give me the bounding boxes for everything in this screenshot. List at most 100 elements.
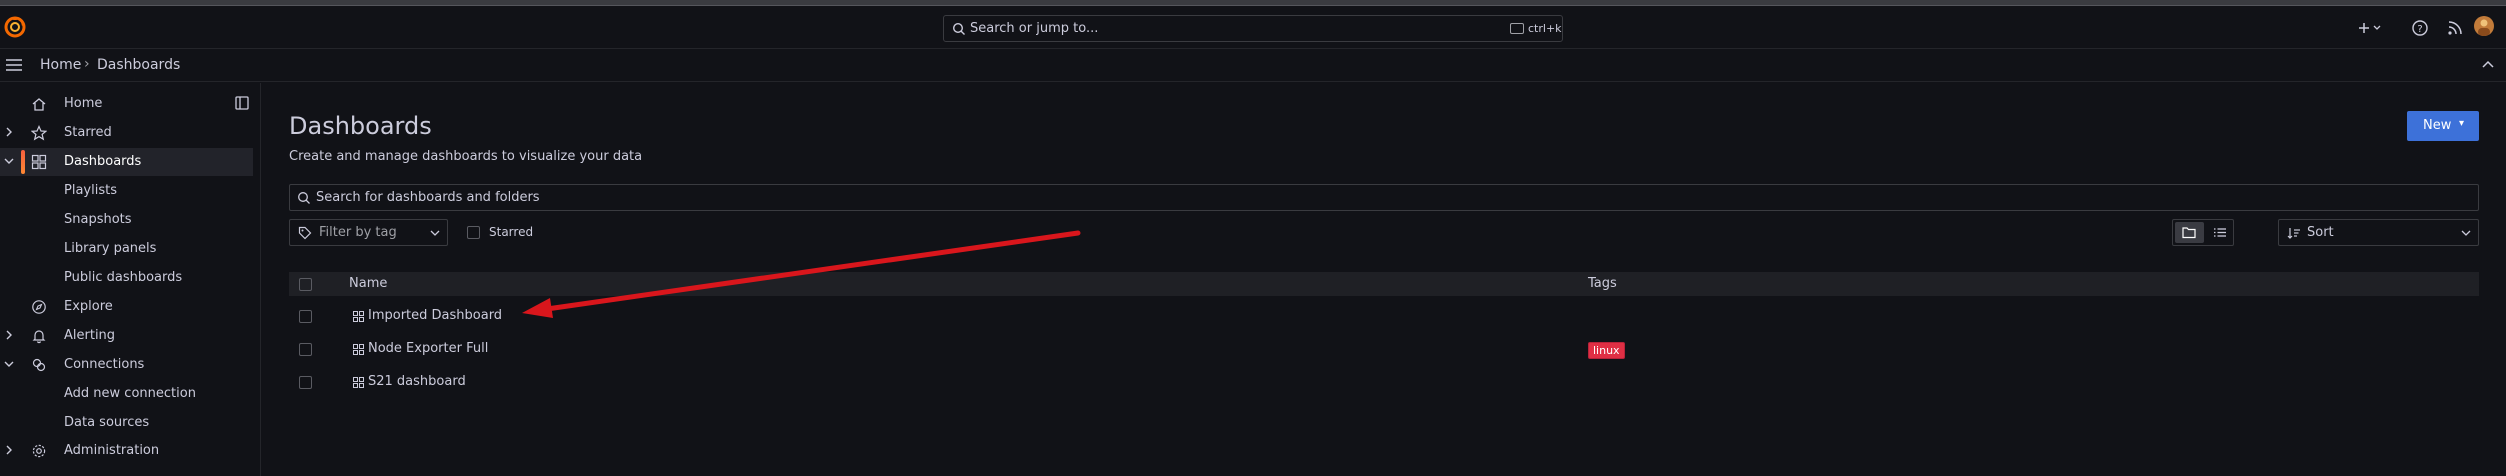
chevron-down-icon[interactable] [3,358,15,370]
global-search-input[interactable]: Search or jump to... ctrl+k [943,15,1563,42]
global-search-placeholder: Search or jump to... [970,21,1099,36]
sidebar-item-label: Home [64,96,103,111]
checkbox[interactable] [467,226,480,239]
dashboard-name-link[interactable]: S21 dashboard [368,374,466,389]
apps-icon [31,154,47,170]
row-checkbox[interactable] [299,343,312,356]
sidebar-item-dashboards[interactable]: Dashboards [0,148,253,176]
sidebar-item-label: Public dashboards [64,270,183,285]
chevron-right-icon[interactable] [3,444,15,456]
sidebar-item-label: Connections [64,357,145,372]
chevron-down-icon [430,230,440,236]
tag-filter-select[interactable]: Filter by tag [289,219,448,246]
sort-label: Sort [2307,225,2334,240]
breadcrumb-home[interactable]: Home [40,57,81,73]
list-view-button[interactable] [2206,222,2233,243]
sidebar-item-label: Administration [64,443,160,458]
chevron-down-icon [2461,230,2471,236]
sidebar-item-label: Snapshots [64,212,132,227]
sidebar-item-alerting[interactable]: Alerting [0,322,253,350]
column-header-name[interactable]: Name [349,276,387,291]
table-row[interactable]: Imported Dashboard [289,301,2479,333]
breadcrumb: Home › Dashboards [0,48,2506,82]
table-row[interactable]: S21 dashboard [289,367,2479,399]
new-button[interactable]: New ▾ [2407,111,2479,141]
star-icon [31,125,47,141]
new-button-label: New [2423,118,2452,133]
bell-icon [32,330,46,344]
tag-badge[interactable]: linux [1588,342,1625,359]
dashboard-icon [353,311,364,322]
tag-filter-placeholder: Filter by tag [319,225,397,240]
sidebar-item-library-panels[interactable]: Library panels [0,235,253,263]
sidebar-item-label: Alerting [64,328,116,343]
folder-icon [2182,227,2196,239]
menu-icon[interactable] [5,58,23,72]
dashboard-icon [353,344,364,355]
sidebar-item-data-sources[interactable]: Data sources [0,409,253,437]
search-icon [952,22,965,35]
table-header: Name Tags [289,272,2479,296]
sidebar-item-starred[interactable]: Starred [0,119,253,147]
sidebar-nav: Home Starred Dashboards Playlists Snapsh… [0,83,261,476]
chevron-right-icon[interactable] [3,329,15,341]
row-checkbox[interactable] [299,310,312,323]
sidebar-item-explore[interactable]: Explore [0,293,253,321]
rss-icon[interactable] [2445,18,2465,38]
sidebar-item-label: Playlists [64,183,117,198]
folder-view-button[interactable] [2175,222,2204,243]
sidebar-item-add-new-connection[interactable]: Add new connection [0,380,253,408]
sidebar-item-label: Library panels [64,241,157,256]
search-icon [298,192,310,204]
sidebar-item-label: Explore [64,299,113,314]
link-icon [32,358,46,372]
row-checkbox[interactable] [299,376,312,389]
window-top-edge [0,0,2506,6]
page-title: Dashboards [289,112,432,140]
page-subtitle: Create and manage dashboards to visualiz… [289,149,643,164]
svg-text:?: ? [2417,24,2422,35]
sidebar-item-public-dashboards[interactable]: Public dashboards [0,264,253,292]
starred-filter-checkbox[interactable]: Starred [467,225,637,241]
sidebar-item-snapshots[interactable]: Snapshots [0,206,253,234]
search-shortcut-hint: ctrl+k [1528,22,1562,35]
sidebar-item-administration[interactable]: Administration [0,437,253,465]
active-indicator [21,150,25,174]
breadcrumb-separator: › [84,56,90,72]
main-content: Dashboards Create and manage dashboards … [262,83,2506,476]
breadcrumb-current: Dashboards [97,57,181,73]
sort-icon [2287,228,2300,239]
tag-icon [298,226,312,240]
sidebar-item-label: Data sources [64,415,150,430]
home-icon [32,98,46,111]
compass-icon [32,300,46,314]
table-row[interactable]: Node Exporter Full linux [289,334,2479,366]
view-toggle [2172,219,2234,246]
dashboard-icon [353,377,364,388]
column-header-tags: Tags [1588,276,1617,291]
chevron-right-icon[interactable] [3,126,15,138]
sort-select[interactable]: Sort [2278,219,2479,246]
grafana-logo-icon[interactable] [4,16,26,38]
cog-icon [32,444,46,458]
select-all-checkbox[interactable] [299,278,312,291]
list-icon [2214,228,2226,237]
sidebar-item-label: Dashboards [64,154,142,169]
user-avatar[interactable] [2474,16,2494,36]
dashboard-search-placeholder: Search for dashboards and folders [316,190,540,205]
dashboard-name-link[interactable]: Imported Dashboard [368,308,502,323]
starred-filter-label: Starred [489,225,534,239]
dashboard-name-link[interactable]: Node Exporter Full [368,341,488,356]
sidebar-item-home[interactable]: Home [0,90,253,118]
sidebar-item-label: Add new connection [64,386,196,401]
plus-icon[interactable] [2356,18,2384,38]
sidebar-item-playlists[interactable]: Playlists [0,177,253,205]
sidebar-item-connections[interactable]: Connections [0,351,253,379]
keyboard-icon [1510,23,1524,34]
chevron-up-icon[interactable] [2480,57,2496,73]
sidebar-item-label: Starred [64,125,112,140]
chevron-down-icon[interactable] [3,155,15,167]
help-icon[interactable]: ? [2410,18,2430,38]
dashboard-search-input[interactable]: Search for dashboards and folders [289,184,2479,211]
top-bar: Search or jump to... ctrl+k ? [0,8,2506,48]
